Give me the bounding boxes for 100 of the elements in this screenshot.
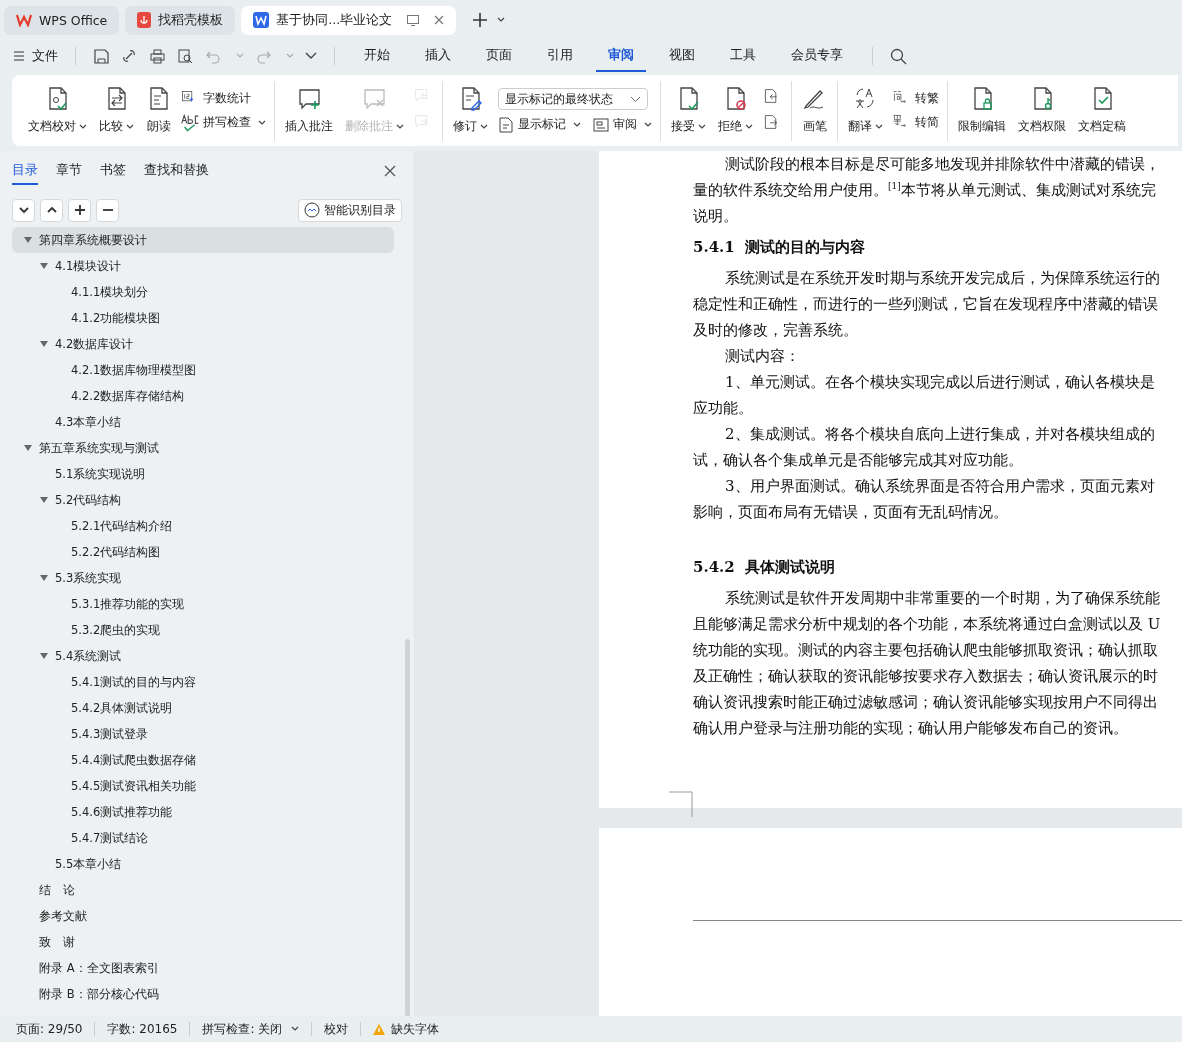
toc-item[interactable]: 5.2.2代码结构图 — [12, 539, 394, 565]
toc-item[interactable]: 5.1系统实现说明 — [12, 461, 394, 487]
status-button[interactable]: 拼写检查: 关闭 — [202, 1020, 300, 1038]
toc-item[interactable]: 第五章系统实现与测试 — [12, 435, 394, 461]
toc-item[interactable]: 5.4系统测试 — [12, 643, 394, 669]
save-icon[interactable] — [93, 47, 110, 65]
ribbon-button[interactable]: 限制编辑 — [956, 86, 1008, 135]
toc-item[interactable]: 5.4.7测试结论 — [12, 825, 394, 851]
toc-item[interactable]: 5.4.3测试登录 — [12, 721, 394, 747]
markup-dropdown[interactable]: 显示标记的最终状态 — [498, 88, 648, 110]
ribbon-tab[interactable]: 工具 — [718, 40, 768, 72]
ribbon-button[interactable]: 转繁 — [893, 89, 939, 108]
triangle-down-icon[interactable] — [40, 496, 48, 504]
toc-item[interactable]: 附录 B：部分核心代码 — [12, 981, 394, 1007]
file-menu-button[interactable]: 文件 — [14, 47, 58, 65]
ribbon-button[interactable]: 朗读 — [144, 86, 173, 135]
toc-item[interactable]: 5.3系统实现 — [12, 565, 394, 591]
ribbon-button[interactable]: 文档校对 — [26, 86, 89, 135]
toc-item[interactable]: 4.1模块设计 — [12, 253, 394, 279]
spell-check-icon — [181, 113, 199, 132]
ribbon-tab[interactable]: 页面 — [474, 40, 524, 72]
triangle-down-icon[interactable] — [40, 340, 48, 348]
menu-icon — [14, 51, 24, 61]
toc-item[interactable]: 5.4.4测试爬虫数据存储 — [12, 747, 394, 773]
app-tab[interactable]: 基于协同...毕业论文 — [241, 5, 457, 35]
search-icon[interactable] — [890, 47, 907, 65]
ribbon-tab[interactable]: 会员专享 — [779, 40, 855, 72]
ribbon-button[interactable]: 转简 — [893, 113, 939, 132]
ribbon-button[interactable]: 比较 — [97, 86, 136, 135]
close-icon[interactable] — [434, 15, 445, 25]
caret-icon — [258, 119, 266, 126]
ribbon-tab[interactable]: 开始 — [352, 40, 402, 72]
toc-item[interactable]: 4.1.2功能模块图 — [12, 305, 394, 331]
ribbon-button[interactable]: 拼写检查 — [181, 113, 266, 132]
monitor-icon[interactable] — [407, 14, 420, 26]
toc-item[interactable]: 结 论 — [12, 877, 394, 903]
toc-item[interactable]: 5.3.2爬虫的实现 — [12, 617, 394, 643]
ribbon-button[interactable]: 字数统计 — [181, 89, 266, 108]
toc-item[interactable]: 5.4.2具体测试说明 — [12, 695, 394, 721]
ribbon-tab[interactable]: 引用 — [535, 40, 585, 72]
ribbon-button[interactable]: 接受 — [669, 86, 708, 135]
caret-icon — [480, 123, 488, 130]
print-preview-icon[interactable] — [177, 47, 194, 65]
toc-item[interactable]: 4.1.1模块划分 — [12, 279, 394, 305]
ribbon-button[interactable]: 插入批注 — [283, 86, 335, 135]
ribbon-tab[interactable]: 视图 — [657, 40, 707, 72]
triangle-down-icon[interactable] — [40, 262, 48, 270]
ribbon-tab[interactable]: 插入 — [413, 40, 463, 72]
ribbon-button[interactable]: 翻译 — [846, 86, 885, 135]
ribbon-button[interactable]: 拒绝 — [716, 86, 755, 135]
ribbon-button[interactable]: 显示标记 — [498, 116, 581, 133]
caret-icon — [745, 123, 753, 130]
pane-tab[interactable]: 查找和替换 — [144, 157, 209, 185]
toc-item[interactable]: 5.2代码结构 — [12, 487, 394, 513]
outline-tool-button[interactable] — [40, 198, 63, 222]
status-button[interactable]: 缺失字体 — [373, 1020, 440, 1038]
triangle-down-icon[interactable] — [24, 444, 32, 452]
toc-item[interactable]: 4.3本章小结 — [12, 409, 394, 435]
text-line: 确认用户登录与注册功能的实现；确认用户能够发布自己的资讯。 — [693, 718, 1129, 739]
toc-item[interactable]: 5.3.1推荐功能的实现 — [12, 591, 394, 617]
toc-item[interactable]: 5.5本章小结 — [12, 851, 394, 877]
app-tab[interactable]: 找稻壳模板 — [125, 5, 236, 35]
outline-tool-button[interactable] — [12, 198, 35, 222]
toc-item[interactable]: 致 谢 — [12, 929, 394, 955]
toc-item[interactable]: 5.4.6测试推荐功能 — [12, 799, 394, 825]
pane-tab[interactable]: 章节 — [56, 157, 82, 185]
ribbon-button[interactable]: 文档定稿 — [1076, 86, 1128, 135]
ribbon-button[interactable]: 文档权限 — [1016, 86, 1068, 135]
toc-item[interactable]: 5.4.1测试的目的与内容 — [12, 669, 394, 695]
chevron-down-icon — [630, 95, 641, 103]
triangle-down-icon[interactable] — [40, 652, 48, 660]
chevron-down-icon[interactable] — [305, 52, 317, 60]
pane-tab[interactable]: 目录 — [12, 157, 38, 185]
print-icon[interactable] — [149, 47, 166, 65]
toc-item[interactable]: 4.2.2数据库存储结构 — [12, 383, 394, 409]
app-tab[interactable]: WPS Office — [4, 5, 120, 35]
text-line: 系统测试是软件开发周期中非常重要的一个时期，为了确保系统能 — [724, 588, 1161, 609]
ribbon-button[interactable]: 审阅 — [593, 116, 652, 133]
toc-item[interactable]: 附录 A：全文图表索引 — [12, 955, 394, 981]
toc-item[interactable]: 参考文献 — [12, 903, 394, 929]
triangle-down-icon[interactable] — [40, 574, 48, 582]
markup-icon — [498, 116, 514, 133]
toc-item[interactable]: 4.2数据库设计 — [12, 331, 394, 357]
outline-tool-button[interactable] — [96, 198, 119, 222]
text-line: 稳定性和正确性，而进行的一些列测试，它旨在发现程序中潜藏的错误 — [693, 294, 1159, 315]
outline-tool-button[interactable] — [68, 198, 91, 222]
toc-item[interactable]: 5.4.5测试资讯相关功能 — [12, 773, 394, 799]
pane-tab[interactable]: 书签 — [100, 157, 126, 185]
ribbon-button[interactable]: 画笔 — [800, 86, 829, 135]
ribbon-button[interactable]: 修订 — [451, 86, 490, 135]
heading-number: 5.4.1 — [693, 237, 735, 258]
ribbon-tab[interactable]: 审阅 — [596, 40, 646, 72]
plus-icon[interactable] — [472, 12, 489, 28]
scrollbar-thumb[interactable] — [405, 639, 410, 1016]
toc-item[interactable]: 4.2.1数据库物理模型图 — [12, 357, 394, 383]
triangle-down-icon[interactable] — [24, 236, 32, 244]
close-icon[interactable] — [384, 165, 396, 177]
toc-item[interactable]: 5.2.1代码结构介绍 — [12, 513, 394, 539]
smart-toc-button[interactable]: 智能识别目录 — [298, 198, 402, 222]
toc-item[interactable]: 第四章系统概要设计 — [12, 227, 394, 253]
